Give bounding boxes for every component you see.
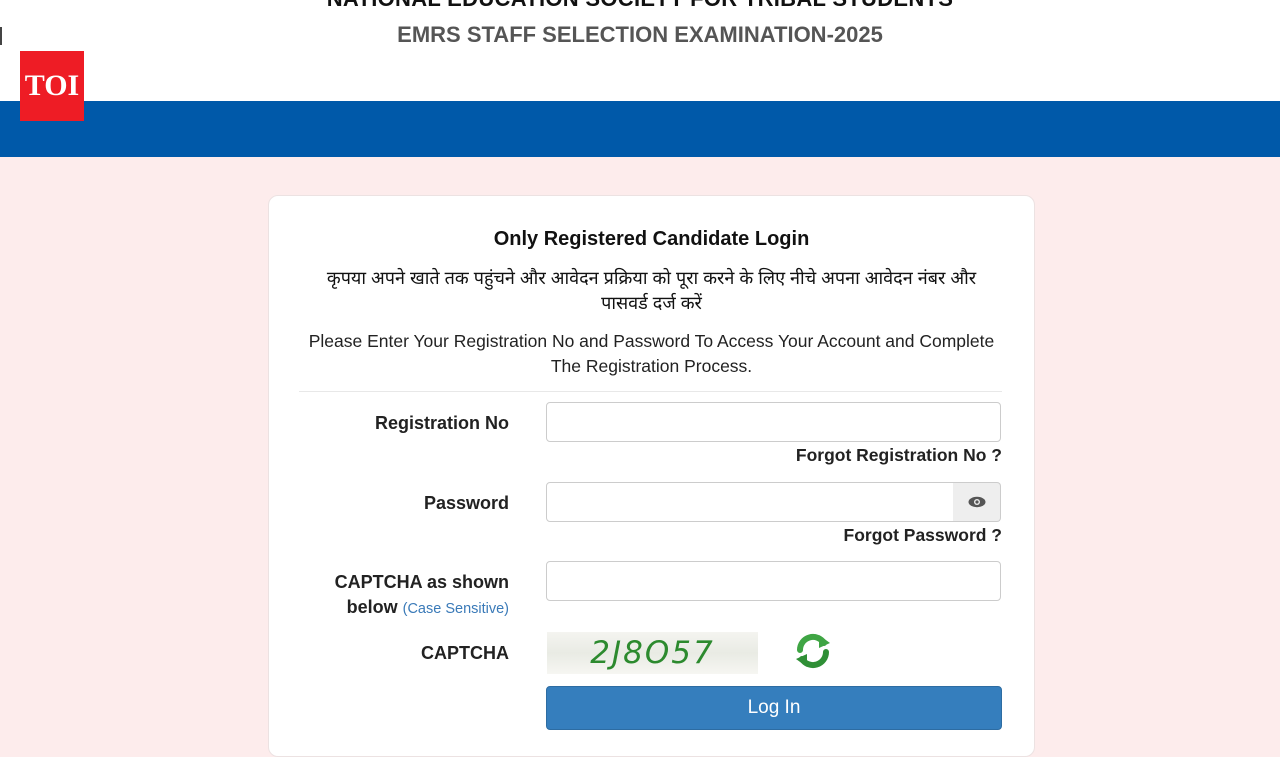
login-title: Only Registered Candidate Login — [493, 228, 810, 250]
divider — [299, 391, 1002, 392]
english-instruction: Please Enter Your Registration No and Pa… — [308, 331, 995, 376]
captcha-image: 2J8O57 — [547, 632, 758, 674]
captcha-input[interactable] — [546, 561, 1001, 601]
site-header: NATIONAL EDUCATION SOCIETY FOR TRIBAL ST… — [0, 0, 1280, 101]
case-sensitive-hint: (Case Sensitive) — [402, 601, 509, 617]
hindi-instruction: कृपया अपने खाते तक पहुंचने और आवेदन प्रक… — [326, 268, 977, 313]
forgot-password-link[interactable]: Forgot Password ? — [844, 525, 1002, 546]
captcha-image-label: CAPTCHA — [421, 643, 509, 663]
password-input[interactable] — [546, 482, 954, 522]
registration-label: Registration No — [374, 413, 509, 433]
forgot-registration-link[interactable]: Forgot Registration No ? — [796, 445, 1002, 466]
toi-logo: TOI — [20, 51, 84, 121]
refresh-icon — [796, 633, 830, 669]
edge-marker — [0, 27, 2, 45]
password-label: Password — [423, 493, 509, 513]
registration-input[interactable] — [546, 402, 1001, 442]
login-button[interactable]: Log In — [546, 686, 1002, 730]
eye-icon — [968, 496, 985, 508]
refresh-captcha-button[interactable] — [793, 631, 833, 671]
show-password-toggle[interactable] — [953, 482, 1001, 522]
captcha-input-label: CAPTCHA as shown below (Case Sensitive) — [299, 570, 509, 622]
org-title: NATIONAL EDUCATION SOCIETY FOR TRIBAL ST… — [0, 0, 1280, 12]
login-card: Only Registered Candidate Login कृपया अप… — [268, 195, 1035, 757]
exam-title: EMRS STAFF SELECTION EXAMINATION-2025 — [397, 22, 883, 47]
header-band — [0, 101, 1280, 157]
